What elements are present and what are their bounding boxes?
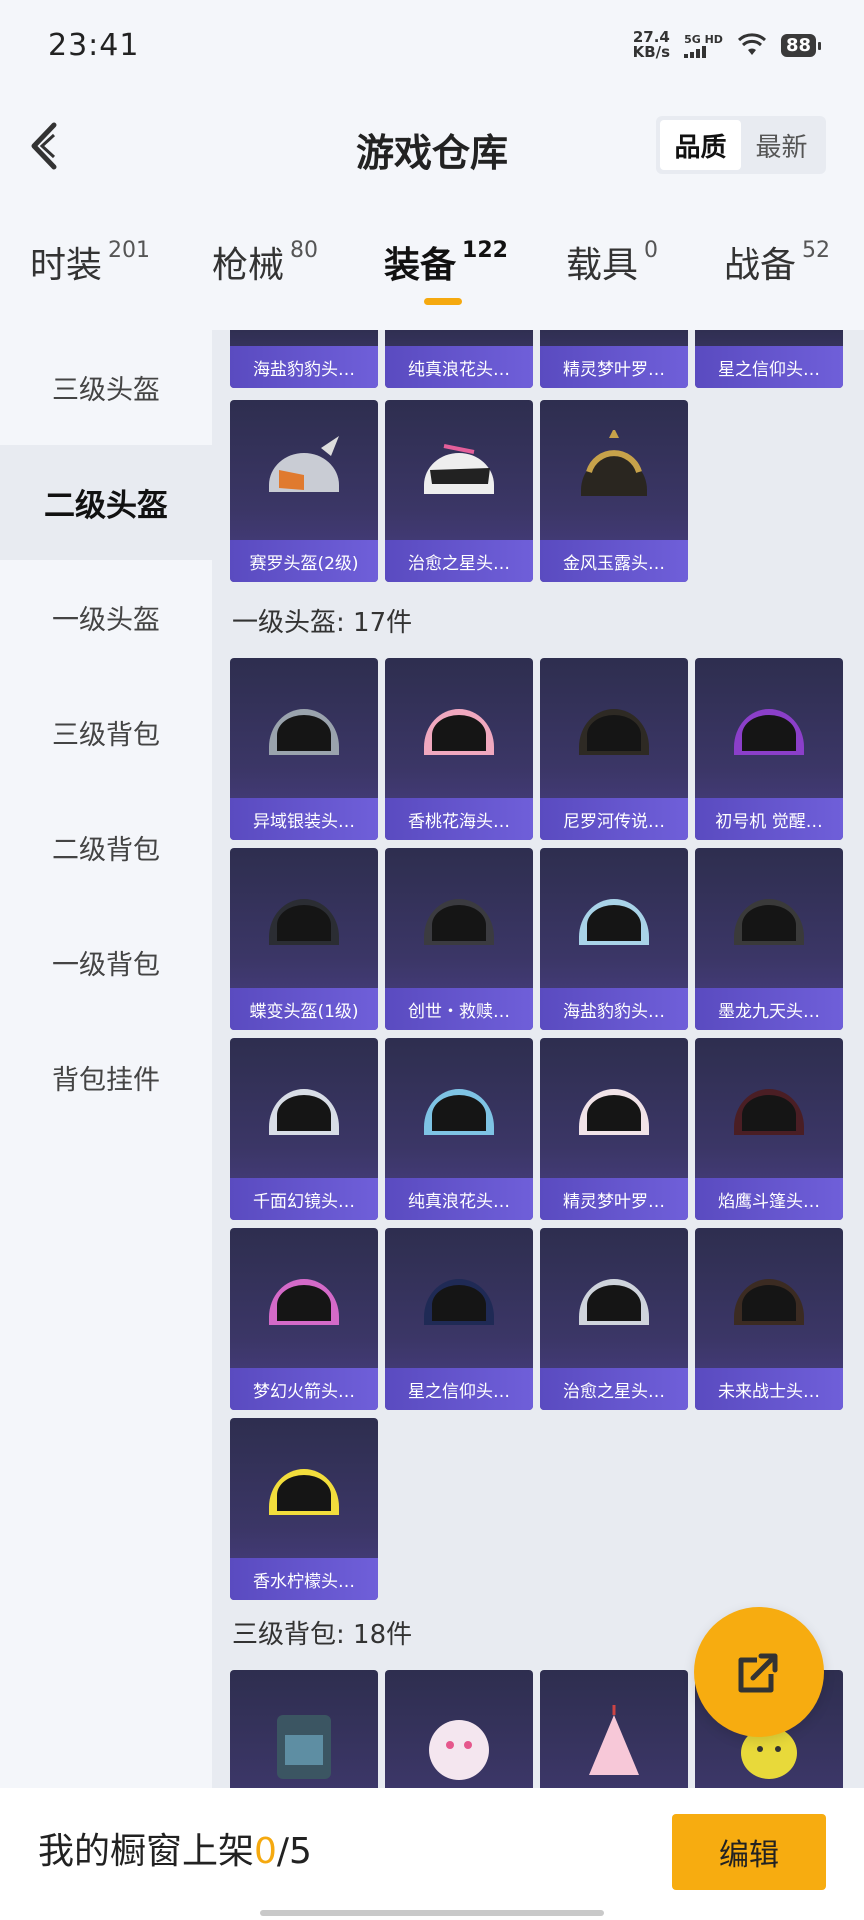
backpack-icon xyxy=(429,1720,489,1780)
item-card[interactable]: 治愈之星头… xyxy=(385,400,533,582)
helmet-icon xyxy=(269,1089,339,1135)
sidebar-item-level2-helmet[interactable]: 二级头盔 xyxy=(0,445,212,560)
tab-supplies[interactable]: 战备 52 xyxy=(724,236,830,288)
helmet-icon xyxy=(734,899,804,945)
helmet-icon xyxy=(269,709,339,755)
item-card[interactable]: 梦幻火箭头… xyxy=(230,1228,378,1410)
item-card[interactable]: 纯真浪花头… xyxy=(385,1038,533,1220)
cellular-signal-icon: 5G HD xyxy=(684,33,723,58)
item-card[interactable]: 香桃花海头… xyxy=(385,658,533,840)
sidebar-item-level3-helmet[interactable]: 三级头盔 xyxy=(0,330,212,445)
item-card[interactable]: 尼罗河传说… xyxy=(540,658,688,840)
item-card[interactable]: 焰鹰斗篷头… xyxy=(695,1038,843,1220)
helmet-icon xyxy=(424,444,494,494)
item-card[interactable]: 纯真浪花头… xyxy=(385,330,533,388)
grid-level1-helmets: 异域银装头… 香桃花海头… 尼罗河传说… 初号机 觉醒… 蝶变头盔(1级) 创世・救赎… 海… xyxy=(230,658,843,1600)
sort-quality-button[interactable]: 品质 xyxy=(660,120,741,170)
item-card[interactable]: 海盐豹豹头… xyxy=(230,330,378,388)
sort-toggle: 品质 最新 xyxy=(656,116,826,174)
tab-vehicles[interactable]: 载具 0 xyxy=(566,236,658,288)
status-time: 23:41 xyxy=(48,27,140,63)
subcategory-sidebar: 三级头盔 二级头盔 一级头盔 三级背包 二级背包 一级背包 背包挂件 xyxy=(0,330,212,1790)
sidebar-item-level1-backpack[interactable]: 一级背包 xyxy=(0,905,212,1020)
item-card[interactable]: 海盐豹豹头… xyxy=(540,848,688,1030)
network-speed: 27.4 KB/s xyxy=(632,28,671,61)
helmet-icon xyxy=(734,709,804,755)
tab-equipment[interactable]: 装备 122 xyxy=(384,236,508,305)
grid-prev-partial: 海盐豹豹头… 纯真浪花头… 精灵梦叶罗… 星之信仰头… xyxy=(230,330,843,388)
item-card[interactable]: 初号机 觉醒… xyxy=(695,658,843,840)
tab-fashion[interactable]: 时装 201 xyxy=(30,236,150,288)
item-card[interactable]: 治愈之星头… xyxy=(540,1228,688,1410)
grid-level2-helmets: 赛罗头盔(2级) 治愈之星头… 金风玉露头… xyxy=(230,400,843,582)
helmet-icon xyxy=(424,899,494,945)
item-card[interactable]: 赛罗头盔(2级) xyxy=(230,400,378,582)
sidebar-item-level3-backpack[interactable]: 三级背包 xyxy=(0,675,212,790)
item-card[interactable]: 星之信仰头… xyxy=(385,1228,533,1410)
share-external-icon xyxy=(738,1653,778,1693)
item-list[interactable]: 海盐豹豹头… 纯真浪花头… 精灵梦叶罗… 星之信仰头… 赛罗头盔(2级) 治愈之… xyxy=(212,330,864,1790)
helmet-icon xyxy=(424,1279,494,1325)
active-tab-indicator xyxy=(424,298,462,305)
helmet-icon xyxy=(269,1279,339,1325)
sidebar-item-level1-helmet[interactable]: 一级头盔 xyxy=(0,560,212,675)
item-card[interactable] xyxy=(230,1670,378,1790)
helmet-icon xyxy=(269,436,339,492)
tab-firearms[interactable]: 枪械 80 xyxy=(212,236,318,288)
item-card[interactable] xyxy=(540,1670,688,1790)
item-card[interactable]: 香水柠檬头… xyxy=(230,1418,378,1600)
helmet-icon xyxy=(424,1089,494,1135)
backpack-icon xyxy=(277,1715,331,1779)
item-card[interactable]: 异域银装头… xyxy=(230,658,378,840)
item-card[interactable]: 星之信仰头… xyxy=(695,330,843,388)
helmet-icon xyxy=(579,709,649,755)
helmet-icon xyxy=(579,1089,649,1135)
item-card[interactable]: 创世・救赎… xyxy=(385,848,533,1030)
battery-indicator: 88 xyxy=(780,33,822,57)
helmet-icon xyxy=(579,899,649,945)
helmet-icon xyxy=(269,1469,339,1515)
page-header: 游戏仓库 品质 最新 xyxy=(0,100,864,190)
sidebar-item-backpack-pendant[interactable]: 背包挂件 xyxy=(0,1020,212,1135)
helmet-icon xyxy=(424,709,494,755)
showcase-status: 我的橱窗上架0/5 xyxy=(38,1831,312,1872)
section-title-level3-backpacks: 三级背包: 18件 xyxy=(232,1620,413,1650)
status-icons: 27.4 KB/s 5G HD 88 xyxy=(632,28,822,61)
helmet-icon xyxy=(734,1089,804,1135)
section-title-level1-helmets: 一级头盔: 17件 xyxy=(232,608,413,638)
home-indicator xyxy=(260,1910,604,1916)
status-bar: 23:41 27.4 KB/s 5G HD 88 xyxy=(0,0,864,90)
sidebar-item-level2-backpack[interactable]: 二级背包 xyxy=(0,790,212,905)
backpack-icon xyxy=(589,1705,639,1775)
item-card[interactable]: 金风玉露头… xyxy=(540,400,688,582)
item-card[interactable]: 未来战士头… xyxy=(695,1228,843,1410)
helmet-icon xyxy=(269,899,339,945)
helmet-icon xyxy=(581,430,647,496)
bottom-bar: 我的橱窗上架0/5 编辑 xyxy=(0,1788,864,1920)
share-button[interactable] xyxy=(694,1607,824,1737)
item-card[interactable]: 精灵梦叶罗… xyxy=(540,1038,688,1220)
sort-newest-button[interactable]: 最新 xyxy=(741,120,822,170)
helmet-icon xyxy=(579,1279,649,1325)
item-card[interactable]: 精灵梦叶罗… xyxy=(540,330,688,388)
helmet-icon xyxy=(734,1279,804,1325)
item-card[interactable]: 蝶变头盔(1级) xyxy=(230,848,378,1030)
edit-button[interactable]: 编辑 xyxy=(672,1814,826,1890)
wifi-icon xyxy=(737,33,766,55)
item-card[interactable] xyxy=(385,1670,533,1790)
item-card[interactable]: 千面幻镜头… xyxy=(230,1038,378,1220)
item-card[interactable]: 墨龙九天头… xyxy=(695,848,843,1030)
category-tabs: 时装 201 枪械 80 装备 122 载具 0 战备 52 xyxy=(0,236,864,326)
